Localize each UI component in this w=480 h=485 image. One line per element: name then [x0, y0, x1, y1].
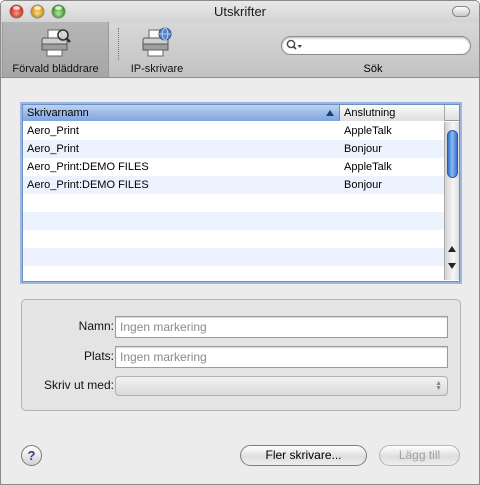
connection-cell: Bonjour — [344, 143, 382, 155]
toolbar-ip-printer[interactable]: IP-skrivare — [121, 22, 193, 77]
empty-row — [23, 248, 444, 266]
toolbar-default-browser[interactable]: Förvald bläddrare — [2, 22, 109, 77]
column-header-printer-name[interactable]: Skrivarnamn — [23, 105, 340, 121]
table-row[interactable]: Aero_Print AppleTalk — [23, 122, 444, 140]
column-header-connection[interactable]: Anslutning — [340, 105, 444, 121]
search-icon — [286, 39, 304, 55]
print-using-label: Skriv ut med: — [43, 378, 114, 392]
connection-cell: AppleTalk — [344, 125, 392, 137]
table-row[interactable]: Aero_Print Bonjour — [23, 140, 444, 158]
printer-list: Skrivarnamn Anslutning Aero_Print AppleT… — [22, 104, 460, 282]
search-input[interactable] — [281, 36, 471, 55]
printer-browser-window: Utskrifter Förvald bläddrare IP-skrivare… — [0, 0, 480, 485]
toolbar-ip-printer-label: IP-skrivare — [130, 63, 184, 75]
location-field[interactable]: Ingen markering — [115, 346, 448, 368]
title-bar: Utskrifter — [1, 1, 479, 22]
scroll-down-arrow-icon[interactable] — [448, 263, 456, 269]
printer-details-group: Namn: Ingen markering Plats: Ingen marke… — [21, 299, 461, 411]
toolbar-toggle-button[interactable] — [452, 6, 470, 17]
scroll-up-arrow-icon[interactable] — [448, 246, 456, 252]
printer-name-cell: Aero_Print:DEMO FILES — [27, 179, 149, 191]
scrollbar-thumb[interactable] — [447, 130, 458, 178]
help-button[interactable]: ? — [21, 445, 42, 466]
column-header-printer-name-label: Skrivarnamn — [27, 107, 89, 119]
default-browser-printer-icon — [39, 26, 73, 63]
toolbar-search: Sök — [271, 22, 475, 77]
location-label: Plats: — [83, 349, 114, 363]
popup-arrows-icon: ▲ ▼ — [435, 380, 442, 392]
empty-row — [23, 194, 444, 212]
ip-printer-icon — [140, 26, 174, 63]
search-label: Sök — [363, 63, 383, 75]
table-body: Aero_Print AppleTalk Aero_Print Bonjour … — [23, 122, 444, 280]
connection-cell: AppleTalk — [344, 161, 392, 173]
printer-name-cell: Aero_Print:DEMO FILES — [27, 161, 149, 173]
table-header: Skrivarnamn Anslutning — [23, 105, 444, 121]
printer-name-cell: Aero_Print — [27, 125, 79, 137]
toolbar-separator — [118, 28, 119, 60]
window-title: Utskrifter — [214, 4, 266, 19]
empty-row — [23, 266, 444, 280]
name-field[interactable]: Ingen markering — [115, 316, 448, 338]
toolbar: Förvald bläddrare IP-skrivare Sök — [1, 22, 479, 78]
header-corner — [444, 105, 459, 121]
column-header-connection-label: Anslutning — [344, 107, 396, 119]
toolbar-default-browser-label: Förvald bläddrare — [12, 63, 99, 75]
connection-cell: Bonjour — [344, 179, 382, 191]
printer-name-cell: Aero_Print — [27, 143, 79, 155]
table-row[interactable]: Aero_Print:DEMO FILES AppleTalk — [23, 158, 444, 176]
vertical-scrollbar[interactable] — [444, 122, 459, 280]
empty-row — [23, 230, 444, 248]
table-row[interactable]: Aero_Print:DEMO FILES Bonjour — [23, 176, 444, 194]
add-button[interactable]: Lägg till — [379, 445, 460, 466]
print-using-popup[interactable]: ▲ ▼ — [115, 376, 448, 396]
sort-ascending-icon — [326, 110, 334, 116]
more-printers-button[interactable]: Fler skrivare... — [240, 445, 367, 466]
empty-row — [23, 212, 444, 230]
name-label: Namn: — [78, 319, 114, 333]
